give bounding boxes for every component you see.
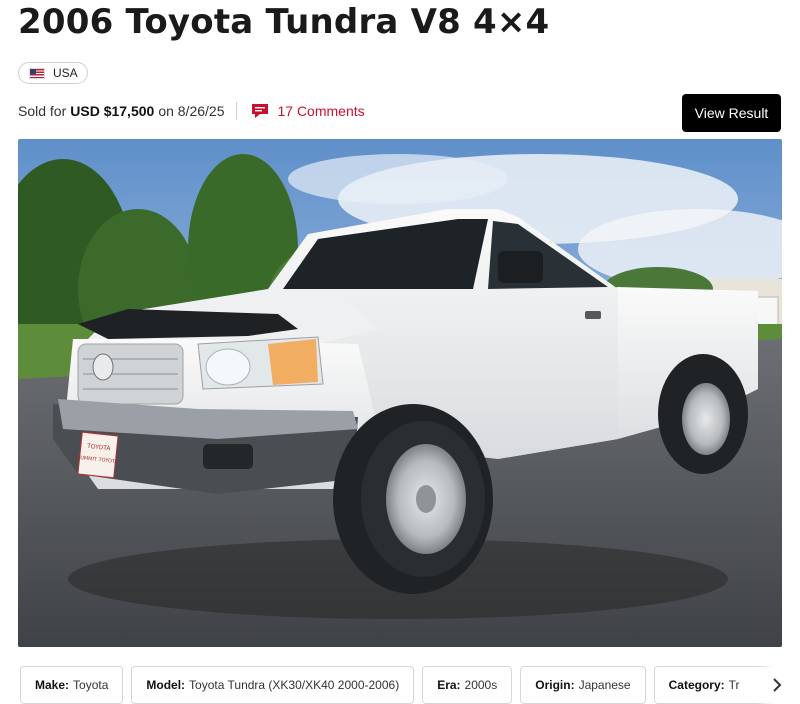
- chevron-right-icon: [773, 678, 782, 692]
- detail-label: Era:: [437, 678, 461, 692]
- detail-chip-make[interactable]: Make: Toyota: [20, 666, 124, 704]
- listing-photo[interactable]: TOYOTA SUMMIT TOYOTA: [18, 139, 782, 647]
- comments-link[interactable]: 17 Comments: [251, 103, 365, 119]
- detail-label: Make:: [35, 678, 70, 692]
- details-scroll-next-button[interactable]: [756, 666, 800, 704]
- detail-value: Tr: [728, 678, 740, 692]
- detail-chip-origin[interactable]: Origin: Japanese: [520, 666, 646, 704]
- detail-label: Model:: [146, 678, 186, 692]
- listing-title: 2006 Toyota Tundra V8 4×4: [18, 2, 550, 42]
- sold-price: USD $17,500: [70, 103, 155, 119]
- detail-label: Category:: [668, 678, 725, 692]
- detail-value: 2000s: [464, 678, 498, 692]
- detail-label: Origin:: [535, 678, 575, 692]
- truck-photo: TOYOTA SUMMIT TOYOTA: [18, 139, 782, 647]
- detail-value: Toyota Tundra (XK30/XK40 2000-2006): [189, 678, 400, 692]
- us-flag-icon: [29, 67, 45, 79]
- detail-chip-era[interactable]: Era: 2000s: [422, 666, 513, 704]
- detail-value: Toyota: [73, 678, 109, 692]
- sold-prefix: Sold for: [18, 103, 67, 119]
- sale-summary: Sold for USD $17,500 on 8/26/25 17 Comme…: [18, 102, 365, 120]
- divider: [236, 102, 238, 120]
- detail-value: Japanese: [578, 678, 631, 692]
- country-badge[interactable]: USA: [18, 62, 88, 84]
- view-result-button[interactable]: View Result: [682, 94, 781, 132]
- sold-date: on 8/26/25: [158, 103, 225, 119]
- vehicle-details-bar: Make: Toyota Model: Toyota Tundra (XK30/…: [20, 666, 789, 704]
- detail-chip-model[interactable]: Model: Toyota Tundra (XK30/XK40 2000-200…: [131, 666, 415, 704]
- country-label: USA: [53, 66, 78, 80]
- comment-bubble-icon: [252, 104, 269, 118]
- comments-count: 17 Comments: [277, 103, 365, 119]
